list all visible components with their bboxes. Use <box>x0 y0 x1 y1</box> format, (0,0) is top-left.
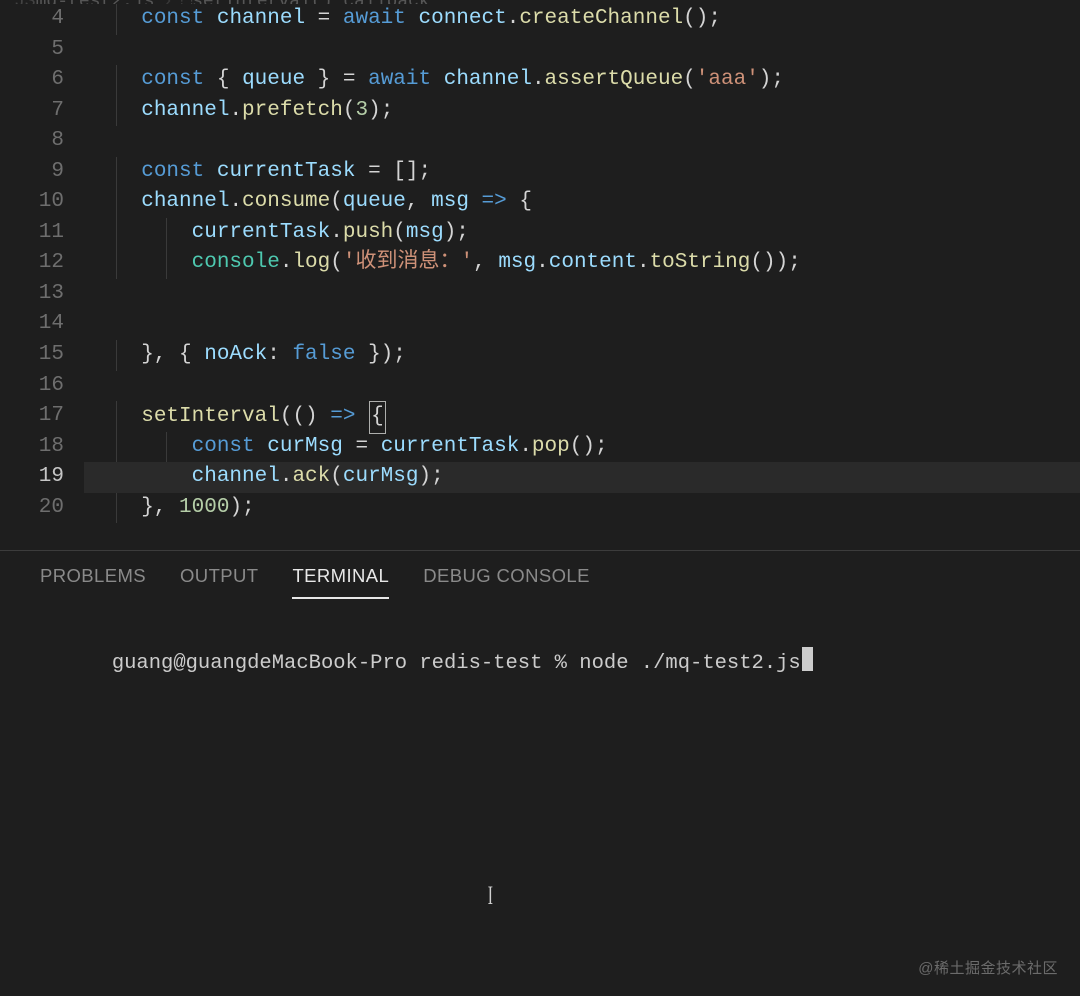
terminal[interactable]: guang@guangdeMacBook-Pro redis-test % no… <box>0 599 1080 727</box>
line-number: 10 <box>0 187 84 218</box>
line-number: 13 <box>0 279 84 310</box>
code-line[interactable]: const curMsg = currentTask.pop(); <box>84 432 1080 463</box>
terminal-prompt: guang@guangdeMacBook-Pro redis-test % <box>112 652 579 675</box>
code-line[interactable]: const { queue } = await channel.assertQu… <box>84 65 1080 96</box>
code-line[interactable]: const currentTask = []; <box>84 157 1080 188</box>
code-editor[interactable]: 4567891011121314151617181920 const chann… <box>0 4 1080 550</box>
line-number-gutter: 4567891011121314151617181920 <box>0 4 84 523</box>
line-number: 14 <box>0 309 84 340</box>
code-line[interactable]: setInterval(() => { <box>84 401 1080 432</box>
line-number: 17 <box>0 401 84 432</box>
code-line[interactable]: channel.prefetch(3); <box>84 96 1080 127</box>
line-number: 6 <box>0 65 84 96</box>
code-line[interactable]: channel.consume(queue, msg => { <box>84 187 1080 218</box>
watermark: @稀土掘金技术社区 <box>918 957 1058 978</box>
bottom-panel: PROBLEMS OUTPUT TERMINAL DEBUG CONSOLE guan… <box>0 550 1080 996</box>
code-line[interactable]: channel.ack(curMsg); <box>84 462 1080 493</box>
line-number: 19 <box>0 462 84 493</box>
code-line[interactable]: }, 1000); <box>84 493 1080 524</box>
line-number: 9 <box>0 157 84 188</box>
code-line[interactable] <box>84 309 1080 340</box>
line-number: 15 <box>0 340 84 371</box>
code-line[interactable] <box>84 371 1080 402</box>
text-cursor-icon: I <box>488 881 493 911</box>
bracket-highlight: { <box>369 401 386 434</box>
panel-tab-debug-console[interactable]: DEBUG CONSOLE <box>423 565 590 599</box>
code-line[interactable]: const channel = await connect.createChan… <box>84 4 1080 35</box>
line-number: 18 <box>0 432 84 463</box>
code-line[interactable]: currentTask.push(msg); <box>84 218 1080 249</box>
panel-tabs: PROBLEMS OUTPUT TERMINAL DEBUG CONSOLE <box>0 551 1080 599</box>
terminal-command: node ./mq-test2.js <box>579 652 800 675</box>
code-line[interactable] <box>84 126 1080 157</box>
code-line[interactable] <box>84 35 1080 66</box>
line-number: 11 <box>0 218 84 249</box>
line-number: 16 <box>0 371 84 402</box>
line-number: 4 <box>0 4 84 35</box>
code-area[interactable]: const channel = await connect.createChan… <box>84 4 1080 523</box>
panel-tab-terminal[interactable]: TERMINAL <box>292 565 389 599</box>
panel-tab-output[interactable]: OUTPUT <box>180 565 258 599</box>
line-number: 8 <box>0 126 84 157</box>
line-number: 7 <box>0 96 84 127</box>
code-line[interactable] <box>84 279 1080 310</box>
panel-tab-problems[interactable]: PROBLEMS <box>40 565 146 599</box>
terminal-cursor <box>802 647 813 671</box>
code-line[interactable]: console.log('收到消息：', msg.content.toStrin… <box>84 248 1080 279</box>
line-number: 20 <box>0 493 84 524</box>
line-number: 5 <box>0 35 84 66</box>
terminal-line: guang@guangdeMacBook-Pro redis-test % no… <box>38 617 1042 709</box>
code-line[interactable]: }, { noAck: false }); <box>84 340 1080 371</box>
line-number: 12 <box>0 248 84 279</box>
